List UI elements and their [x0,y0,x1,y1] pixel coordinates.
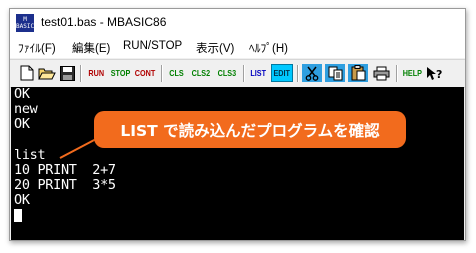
stop-button[interactable]: STOP [108,64,132,82]
cls-label: CLS [168,68,184,78]
cls3-button[interactable]: CLS3 [214,64,240,82]
cls-button[interactable]: CLS [165,64,187,82]
mbasic-app-icon[interactable]: M BASIC [16,14,34,32]
menu-edit[interactable]: 編集(E) [72,40,110,56]
console-line: OK [14,192,30,209]
folder-open-icon [38,68,56,79]
window-title: test01.bas - MBASIC86 [41,15,167,29]
scissors-icon [305,66,319,81]
run-label: RUN [88,68,104,78]
toolbar-separator [297,65,299,82]
menu-bar: ﾌｧｲﾙ(F) 編集(E) RUN/STOP 表示(V) ﾍﾙﾌﾟ(H) [10,36,465,58]
floppy-disk-icon [60,65,75,81]
new-file-icon [20,65,33,81]
annotation-callout: LIST で読み込んだプログラムを確認 [94,111,406,148]
run-button[interactable]: RUN [85,64,107,82]
copy-icon [328,66,342,80]
help-label: HELP [402,68,422,78]
paste-button[interactable] [348,64,368,82]
title-bar: M BASIC test01.bas - MBASIC86 [10,9,465,36]
menu-run-stop[interactable]: RUN/STOP [123,40,182,52]
cls2-label: CLS2 [191,68,211,78]
cut-button[interactable] [302,64,322,82]
clipboard-paste-icon [351,65,365,81]
menu-help[interactable]: ﾍﾙﾌﾟ(H) [249,40,288,56]
edit-label: EDIT [273,68,291,78]
copy-button[interactable] [325,64,345,82]
list-button[interactable]: LIST [247,64,269,82]
stop-label: STOP [110,68,130,78]
context-help-button[interactable]: ? [425,64,445,82]
toolbar-separator [396,65,398,82]
console-line: 20 PRINT 3*5 [14,177,116,194]
text-cursor [14,209,22,222]
pointer-question-icon: ? [427,66,442,81]
toolbar-separator [243,65,245,82]
open-file-button[interactable] [37,64,57,82]
menu-file[interactable]: ﾌｧｲﾙ(F) [18,40,56,56]
printer-icon [373,66,389,80]
svg-text:?: ? [436,68,442,81]
cls3-label: CLS3 [217,68,237,78]
list-label: LIST [250,68,266,78]
new-file-button[interactable] [18,64,35,82]
console-line: OK [14,86,30,102]
edit-button[interactable]: EDIT [271,64,293,82]
console-line: 10 PRINT 2+7 [14,161,116,178]
console-cursor-line [14,209,464,224]
cls2-button[interactable]: CLS2 [188,64,214,82]
toolbar-separator [161,65,163,82]
console-line: list [14,146,46,163]
toolbar: RUN STOP CONT CLS CLS2 CLS3 LIST EDIT HE… [10,59,465,88]
help-button[interactable]: HELP [401,64,423,82]
basic-console[interactable]: OK new OK list 10 PRINT 2+7 20 PRINT 3*5… [11,86,464,240]
callout-text: LIST で読み込んだプログラムを確認 [120,121,380,140]
save-button[interactable] [59,64,76,82]
toolbar-separator [80,65,82,82]
menu-view[interactable]: 表示(V) [196,40,234,56]
cont-button[interactable]: CONT [132,64,158,82]
print-button[interactable] [371,64,391,82]
cont-label: CONT [134,68,156,78]
